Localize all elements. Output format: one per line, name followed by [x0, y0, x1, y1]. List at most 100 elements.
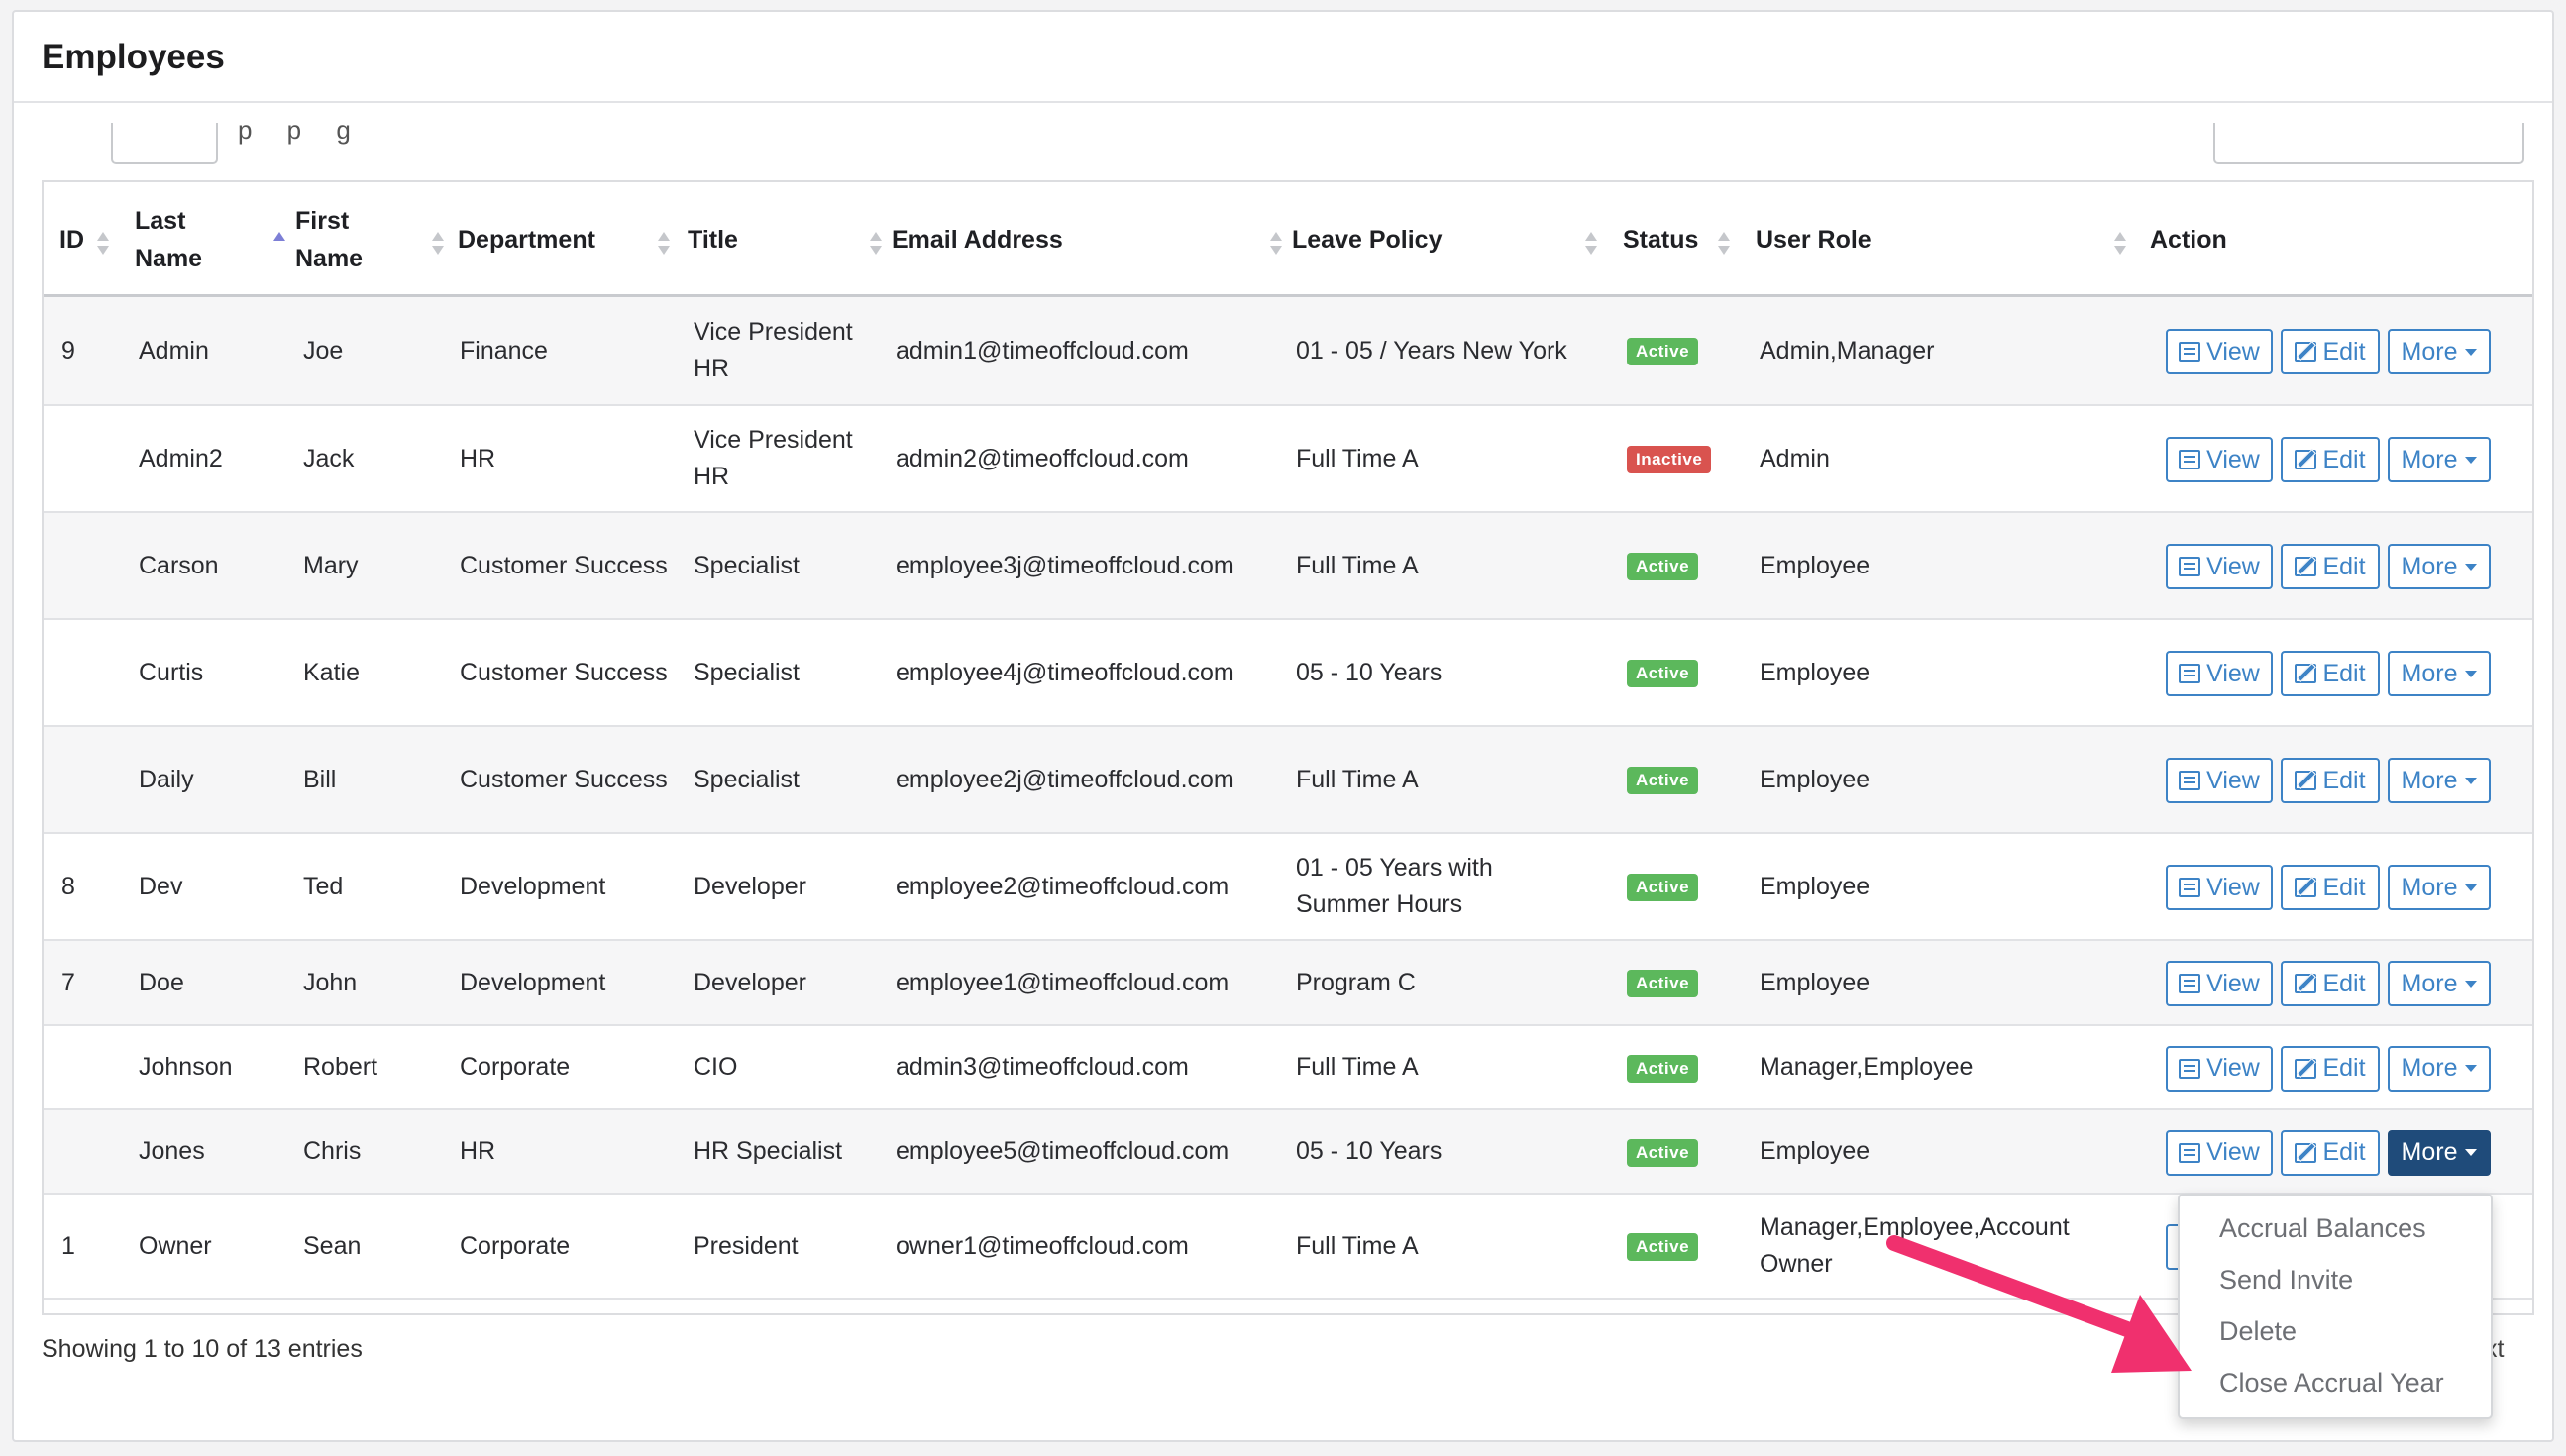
cell-last: Owner — [139, 1231, 212, 1260]
view-button[interactable]: View — [2166, 651, 2273, 696]
cell-id — [61, 406, 121, 511]
cell-title: Developer — [694, 968, 806, 996]
view-button[interactable]: View — [2166, 329, 2273, 374]
column-header-title[interactable]: Title — [688, 182, 866, 297]
edit-button-label: Edit — [2322, 1138, 2366, 1166]
column-header-status[interactable]: Status — [1623, 182, 1712, 297]
menu-item-send-invite[interactable]: Send Invite — [2219, 1265, 2353, 1296]
menu-item-accrual-balances[interactable]: Accrual Balances — [2219, 1213, 2426, 1244]
cell-last: Jones — [139, 1137, 205, 1165]
view-button[interactable]: View — [2166, 437, 2273, 482]
more-button-label: More — [2401, 445, 2458, 473]
more-button[interactable]: More — [2388, 758, 2491, 803]
view-button[interactable]: View — [2166, 961, 2273, 1006]
sort-asc-icon[interactable] — [271, 232, 287, 261]
column-header-role[interactable]: User Role — [1756, 182, 2092, 297]
cell-email: owner1@timeoffcloud.com — [896, 1231, 1189, 1260]
sort-icon[interactable] — [1583, 232, 1599, 261]
table-row: Jones Chris HR HR Specialist employee5@timeo… — [44, 1110, 2532, 1195]
view-button[interactable]: View — [2166, 865, 2273, 910]
status-badge: Inactive — [1627, 446, 1712, 473]
sort-icon[interactable] — [2112, 232, 2128, 261]
edit-button[interactable]: Edit — [2281, 758, 2380, 803]
cell-last: Carson — [139, 551, 219, 579]
cell-role: Employee — [1760, 658, 1871, 686]
edit-button[interactable]: Edit — [2281, 961, 2380, 1006]
caret-down-icon — [2465, 884, 2478, 891]
column-header-first[interactable]: First Name — [295, 182, 414, 297]
cell-email: employee2@timeoffcloud.com — [896, 872, 1230, 900]
cell-policy: Full Time A — [1296, 551, 1419, 579]
cell-dept: Development — [460, 968, 606, 996]
view-button-label: View — [2206, 445, 2260, 473]
sort-icon[interactable] — [1716, 232, 1732, 261]
caret-down-icon — [2465, 456, 2478, 464]
edit-button[interactable]: Edit — [2281, 865, 2380, 910]
cell-policy: 05 - 10 Years — [1296, 658, 1443, 686]
edit-button[interactable]: Edit — [2281, 437, 2380, 482]
edit-button[interactable]: Edit — [2281, 1045, 2380, 1092]
column-header-id[interactable]: ID — [59, 182, 99, 297]
sort-icon[interactable] — [430, 232, 446, 261]
panel-header: Employees — [14, 12, 2552, 103]
status-badge: Active — [1627, 660, 1699, 687]
column-header-email[interactable]: Email Address — [892, 182, 1268, 297]
cell-first: Joe — [303, 336, 344, 364]
cell-last: Daily — [139, 765, 194, 793]
more-button[interactable]: More — [2388, 544, 2491, 589]
cell-title: President — [694, 1231, 799, 1260]
cell-first: Chris — [303, 1137, 362, 1165]
cell-email: employee2j@timeoffcloud.com — [896, 765, 1234, 793]
sort-icon[interactable] — [656, 232, 672, 261]
more-button[interactable]: More — [2388, 1045, 2491, 1092]
edit-button[interactable]: Edit — [2281, 1129, 2380, 1176]
search-input[interactable] — [2213, 123, 2524, 164]
status-badge: Active — [1627, 874, 1699, 901]
cell-last: Doe — [139, 968, 184, 996]
cell-policy: Program C — [1296, 968, 1416, 996]
cell-title: CIO — [694, 1053, 738, 1081]
list-icon — [2179, 1058, 2201, 1079]
edit-button[interactable]: Edit — [2281, 544, 2380, 589]
more-button[interactable]: More — [2388, 651, 2491, 696]
more-button[interactable]: More — [2388, 1129, 2491, 1176]
edit-icon — [2295, 342, 2317, 362]
view-button[interactable]: View — [2166, 758, 2273, 803]
sort-icon[interactable] — [95, 232, 111, 261]
more-button[interactable]: More — [2388, 961, 2491, 1006]
list-icon — [2179, 342, 2201, 362]
edit-icon — [2295, 878, 2317, 897]
view-button[interactable]: View — [2166, 1129, 2273, 1176]
list-icon — [2179, 450, 2201, 469]
cell-first: Mary — [303, 551, 359, 579]
view-button[interactable]: View — [2166, 544, 2273, 589]
cell-policy: Full Time A — [1296, 1231, 1419, 1260]
view-button[interactable]: View — [2166, 1045, 2273, 1092]
cell-policy: Full Time A — [1296, 765, 1419, 793]
more-button[interactable]: More — [2388, 437, 2491, 482]
list-icon — [2179, 878, 2201, 897]
column-header-policy[interactable]: Leave Policy — [1292, 182, 1579, 297]
caret-down-icon — [2465, 777, 2478, 784]
list-icon — [2179, 664, 2201, 683]
edit-button[interactable]: Edit — [2281, 329, 2380, 374]
cell-dept: Customer Success — [460, 658, 668, 686]
column-header-last[interactable]: Last Name — [135, 182, 254, 297]
sort-icon[interactable] — [868, 232, 884, 261]
edit-button[interactable]: Edit — [2281, 651, 2380, 696]
list-icon — [2179, 1142, 2201, 1163]
edit-button-label: Edit — [2322, 445, 2366, 473]
menu-item-close-accrual-year[interactable]: Close Accrual Year — [2219, 1368, 2444, 1399]
cell-id: 8 — [61, 872, 75, 900]
status-badge: Active — [1627, 1233, 1699, 1261]
cell-role: Admin,Manager — [1760, 336, 1935, 364]
cell-id: 9 — [61, 336, 75, 364]
menu-item-delete[interactable]: Delete — [2219, 1316, 2297, 1347]
column-header-dept[interactable]: Department — [458, 182, 656, 297]
more-button[interactable]: More — [2388, 329, 2491, 374]
more-button-label: More — [2401, 766, 2458, 794]
sort-icon[interactable] — [1268, 232, 1284, 261]
cell-role: Employee — [1760, 1137, 1871, 1165]
more-button[interactable]: More — [2388, 865, 2491, 910]
entries-per-page-select[interactable] — [111, 123, 218, 164]
